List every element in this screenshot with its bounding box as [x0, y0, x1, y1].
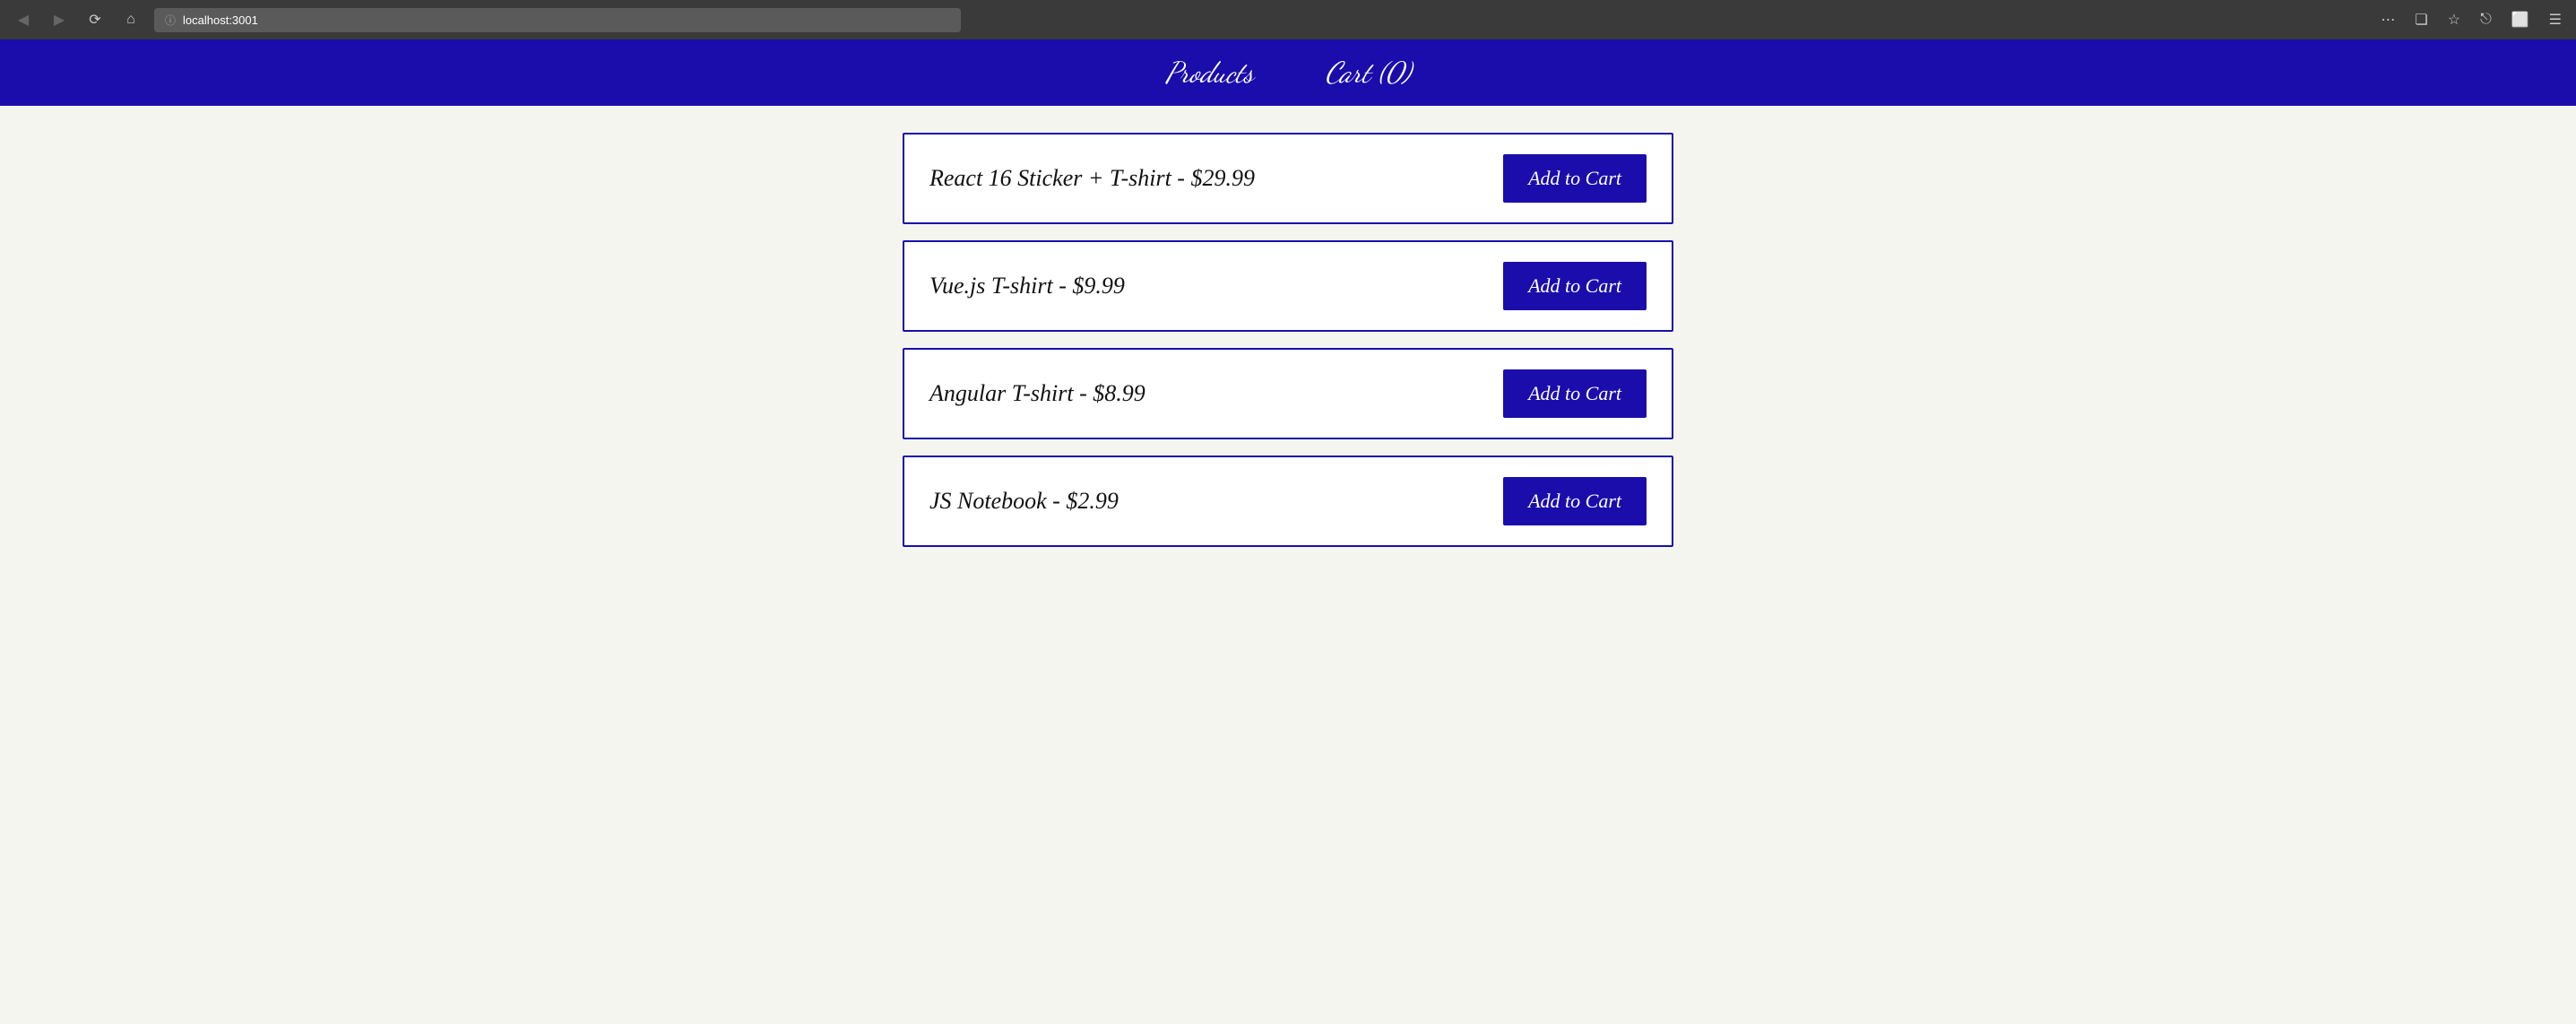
back-button[interactable]: ◀ — [11, 7, 36, 32]
sidebar-button[interactable]: ⬜ — [2508, 7, 2533, 32]
pocket-button[interactable]: ❏ — [2411, 7, 2431, 32]
star-button[interactable]: ☆ — [2444, 7, 2464, 32]
address-text: localhost:3001 — [183, 13, 258, 27]
add-to-cart-button-3[interactable]: Add to Cart — [1503, 369, 1647, 418]
security-icon: ⓘ — [165, 13, 176, 28]
product-row: Angular T-shirt - $8.99 Add to Cart — [903, 348, 1673, 439]
product-name-4: JS Notebook - $2.99 — [929, 488, 1119, 515]
more-button[interactable]: ⋯ — [2377, 7, 2399, 32]
add-to-cart-button-1[interactable]: Add to Cart — [1503, 154, 1647, 203]
browser-chrome: ◀ ▶ ⟳ ⌂ ⓘ localhost:3001 ⋯ ❏ ☆ ⎋ ⬜ ☰ — [0, 0, 2576, 39]
product-list: React 16 Sticker + T-shirt - $29.99 Add t… — [885, 106, 1691, 574]
product-name-3: Angular T-shirt - $8.99 — [929, 380, 1145, 407]
browser-toolbar-right: ⋯ ❏ ☆ ⎋ ⬜ ☰ — [2377, 7, 2565, 32]
library-button[interactable]: ⎋ — [2477, 8, 2495, 31]
reload-button[interactable]: ⟳ — [82, 7, 108, 32]
product-row: JS Notebook - $2.99 Add to Cart — [903, 456, 1673, 547]
menu-button[interactable]: ☰ — [2546, 7, 2565, 32]
product-row: React 16 Sticker + T-shirt - $29.99 Add t… — [903, 133, 1673, 224]
address-bar[interactable]: ⓘ localhost:3001 — [154, 8, 961, 32]
product-name-2: Vue.js T-shirt - $9.99 — [929, 273, 1125, 299]
product-name-1: React 16 Sticker + T-shirt - $29.99 — [929, 165, 1255, 192]
add-to-cart-button-4[interactable]: Add to Cart — [1503, 477, 1647, 525]
forward-button[interactable]: ▶ — [47, 7, 72, 32]
app-nav: Products Cart (0) — [0, 39, 2576, 106]
product-row: Vue.js T-shirt - $9.99 Add to Cart — [903, 240, 1673, 332]
add-to-cart-button-2[interactable]: Add to Cart — [1503, 262, 1647, 310]
home-button[interactable]: ⌂ — [118, 7, 143, 32]
products-nav-link[interactable]: Products — [1165, 56, 1254, 90]
cart-nav-link[interactable]: Cart (0) — [1326, 56, 1411, 90]
